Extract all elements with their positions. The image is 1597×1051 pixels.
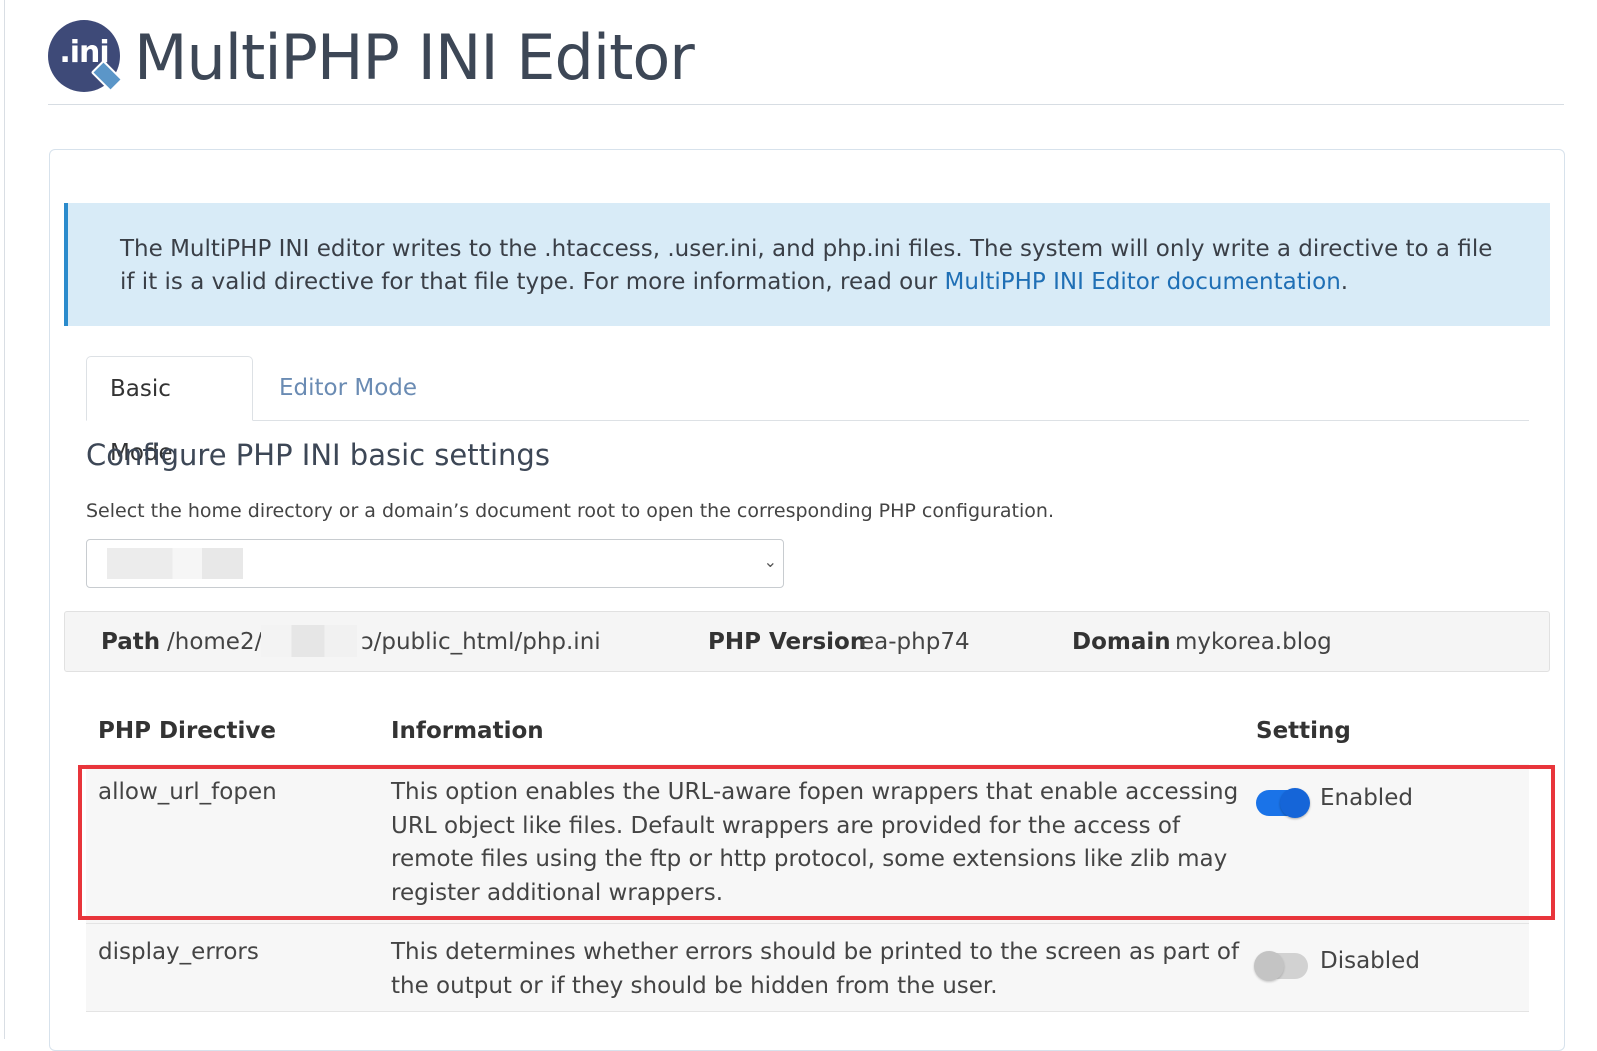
column-header-information: Information [391,718,544,744]
toggle-knob [1280,788,1310,818]
directive-information: This determines whether errors should be… [391,939,1240,999]
page-title: MultiPHP INI Editor [134,21,695,94]
toggle-knob [1254,951,1284,981]
directive-name: display_errors [98,939,259,965]
left-border [4,0,5,1039]
setting-state-label: Enabled [1320,785,1413,811]
php-version-label: PHP Version [708,629,867,655]
mode-tabs: Basic Mode Editor Mode [86,356,1529,466]
tab-basic-mode[interactable]: Basic Mode [86,356,253,466]
tab-editor-mode[interactable]: Editor Mode [256,356,440,420]
location-help-text: Select the home directory or a domain’s … [86,500,1054,522]
display-errors-toggle[interactable] [1254,951,1308,981]
chevron-down-icon: ⌄ [763,554,777,571]
ini-editor-logo-icon: .ini [48,20,124,93]
column-header-directive: PHP Directive [98,718,276,744]
domain-label: Domain [1072,629,1171,655]
php-version-value: ea-php74 [860,629,970,655]
page-header: .ini MultiPHP INI Editor [48,18,1564,105]
documentation-link[interactable]: MultiPHP INI Editor documentation [945,269,1341,295]
domain-value: mykorea.blog [1175,629,1332,655]
info-callout: The MultiPHP INI editor writes to the .h… [64,203,1550,326]
main-panel: The MultiPHP INI editor writes to the .h… [49,149,1565,1051]
info-callout-suffix: . [1340,269,1349,295]
setting-state-label: Disabled [1320,948,1420,974]
path-label: Path [101,629,161,655]
location-select[interactable]: ⌄ [86,539,784,588]
path-suffix: ɔ/public_html/php.ini [361,629,601,655]
column-header-setting: Setting [1256,718,1351,744]
path-prefix: /home2/ [167,629,263,655]
directive-information: This option enables the URL-aware fopen … [391,779,1239,906]
config-info-bar: Path /home2/ ɔ/public_html/php.ini PHP V… [64,611,1550,672]
directive-name: allow_url_fopen [98,779,277,805]
redacted-location-value [107,548,243,579]
redacted-username [261,625,357,657]
table-row: display_errors This determines whether e… [86,924,1529,1012]
allow-url-fopen-toggle[interactable] [1256,788,1310,818]
table-row: allow_url_fopen This option enables the … [86,764,1529,924]
section-heading: Configure PHP INI basic settings [86,438,550,472]
